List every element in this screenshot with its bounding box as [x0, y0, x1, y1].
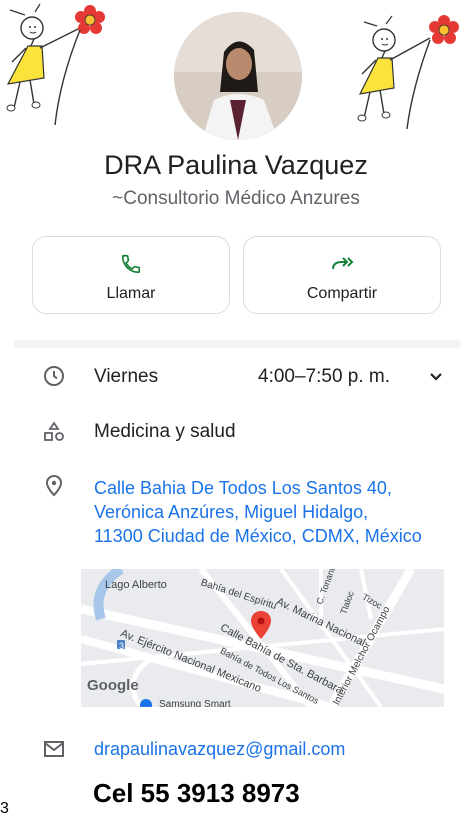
- call-button-label: Llamar: [106, 285, 156, 302]
- map-preview[interactable]: Lago Alberto Bahía del Espíritu Av. Mari…: [81, 569, 444, 707]
- map-marker-icon: [251, 611, 271, 639]
- clock-icon: [42, 364, 66, 388]
- girl-with-flower-right-illustration: [357, 15, 459, 129]
- share-arrow-icon: [244, 253, 440, 280]
- phone-number: Cel 55 3913 8973: [93, 778, 300, 808]
- share-button-label: Compartir: [306, 285, 378, 302]
- chevron-down-icon[interactable]: [424, 364, 448, 388]
- avatar: [174, 12, 302, 140]
- share-button[interactable]: Compartir: [243, 236, 441, 314]
- phone-icon: [33, 253, 229, 280]
- hours-time: 4:00–7:50 p. m.: [258, 366, 391, 387]
- business-subtitle: ~Consultorio Médico Anzures: [112, 188, 360, 209]
- call-button[interactable]: Llamar: [32, 236, 230, 314]
- category-label: Medicina y salud: [94, 421, 236, 442]
- google-logo: Google: [87, 677, 139, 694]
- cropped-text: 3: [0, 800, 9, 817]
- doctor-photo: [174, 12, 302, 140]
- shapes-icon: [42, 420, 66, 444]
- section-divider: [14, 340, 460, 348]
- map-label-lago-alberto: Lago Alberto: [105, 579, 167, 591]
- girl-with-flower-left-illustration: [6, 3, 105, 125]
- address-link[interactable]: Calle Bahia De Todos Los Santos 40, Veró…: [94, 476, 464, 548]
- hours-day: Viernes: [94, 366, 159, 387]
- location-pin-icon: [42, 474, 66, 498]
- email-icon: [42, 737, 66, 761]
- map-label-samsung: Samsung Smart: [159, 699, 231, 707]
- page-title: DRA Paulina Vazquez: [104, 150, 368, 180]
- email-link[interactable]: drapaulinavazquez@gmail.com: [94, 739, 345, 760]
- map-label-road-3: 3: [119, 641, 125, 651]
